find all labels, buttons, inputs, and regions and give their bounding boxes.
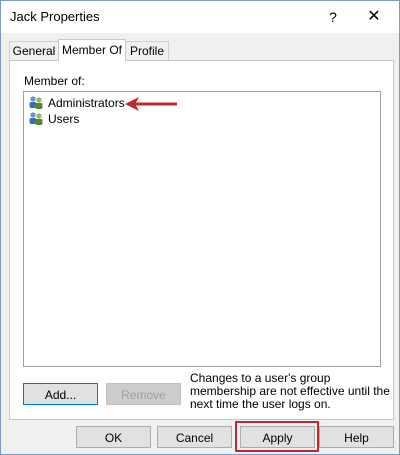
member-of-listbox[interactable]: Administrators Users — [23, 91, 381, 367]
apply-highlight-annotation — [235, 421, 319, 452]
ok-button[interactable]: OK — [76, 426, 151, 448]
group-icon — [29, 112, 43, 125]
tab-general[interactable]: General — [9, 41, 59, 60]
tab-profile[interactable]: Profile — [125, 41, 169, 60]
window-title: Jack Properties — [10, 9, 100, 24]
group-icon — [29, 96, 43, 109]
cancel-button[interactable]: Cancel — [157, 426, 232, 448]
tab-member-of[interactable]: Member Of — [58, 39, 126, 61]
list-item-label: Users — [48, 112, 80, 126]
help-button[interactable]: Help — [319, 426, 394, 448]
remove-button[interactable]: Remove — [106, 383, 181, 405]
properties-dialog: Jack Properties ? ✕ General Member Of Pr… — [0, 0, 400, 455]
membership-note: Changes to a user's group membership are… — [190, 371, 390, 411]
member-of-panel: Member of: Administrators Users Add... R… — [9, 60, 394, 420]
red-arrow-annotation — [125, 97, 177, 111]
add-button[interactable]: Add... — [23, 383, 98, 405]
list-item-label: Administrators — [48, 96, 125, 110]
tab-strip: General Member Of Profile — [9, 39, 393, 61]
title-bar: Jack Properties ? ✕ — [1, 1, 399, 33]
member-of-label: Member of: — [24, 74, 85, 88]
close-icon[interactable]: ✕ — [359, 5, 389, 29]
list-item[interactable]: Users — [28, 111, 79, 127]
list-item[interactable]: Administrators — [28, 95, 177, 111]
help-title-button[interactable]: ? — [321, 5, 345, 29]
